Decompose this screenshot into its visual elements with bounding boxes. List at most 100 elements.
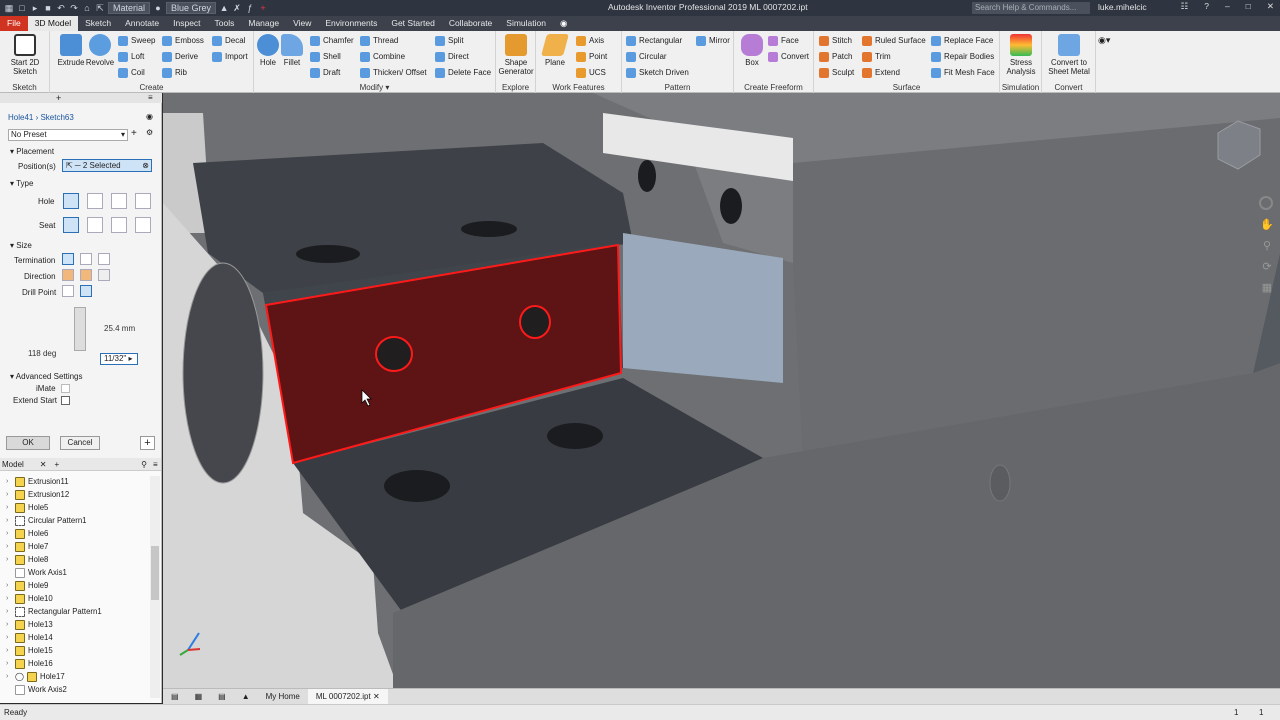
modify-panel-label[interactable]: Modify ▾ [254, 83, 495, 92]
tree-item[interactable]: Work Axis1 [6, 566, 67, 579]
tab-tools[interactable]: Tools [208, 16, 242, 31]
user-name[interactable]: luke.mihelcic [1098, 2, 1147, 12]
flip-direction-icon[interactable] [80, 269, 92, 281]
expand-icon[interactable]: › [6, 504, 12, 511]
circular-pattern-button[interactable]: Circular [626, 50, 667, 63]
counterbore-icon[interactable] [87, 217, 103, 233]
shell-button[interactable]: Shell [310, 50, 341, 63]
cancel-button[interactable]: Cancel [60, 436, 100, 450]
repair-bodies-button[interactable]: Repair Bodies [931, 50, 994, 63]
browser-menu-icon[interactable]: ≡ [153, 460, 158, 469]
graphics-viewport[interactable]: ✋ ⚲ ⟳ ▦ [163, 93, 1280, 688]
expand-icon[interactable]: › [6, 582, 12, 589]
help-icon[interactable]: ? [1204, 1, 1209, 12]
tab-annotate[interactable]: Annotate [118, 16, 166, 31]
expand-icon[interactable]: › [6, 543, 12, 550]
tree-item[interactable]: › ◯ Hole17 [6, 670, 65, 683]
tree-item[interactable]: › Circular Pattern1 [6, 514, 87, 527]
tab-manage[interactable]: Manage [241, 16, 286, 31]
tree-item[interactable]: › Hole9 [6, 579, 48, 592]
size-header[interactable]: ▾ Size [10, 241, 32, 250]
imate-checkbox[interactable] [61, 384, 70, 393]
tab-get-started[interactable]: Get Started [384, 16, 441, 31]
model-tab[interactable]: Model [2, 460, 24, 469]
undo-icon[interactable]: ↶ [56, 3, 66, 14]
doc-menu-icon[interactable]: ▲ [234, 689, 258, 705]
tree-item[interactable]: › Extrusion12 [6, 488, 69, 501]
select-icon[interactable]: ⇱ [95, 3, 105, 14]
ruled-surface-button[interactable]: Ruled Surface [862, 34, 926, 47]
browser-scrollbar[interactable] [150, 476, 160, 698]
save-icon[interactable]: ■ [43, 3, 53, 13]
fillet-button[interactable]: Fillet [274, 34, 310, 67]
expand-icon[interactable]: › [6, 530, 12, 537]
axis-button[interactable]: Axis [576, 34, 604, 47]
expand-icon[interactable]: › [6, 556, 12, 563]
split-button[interactable]: Split [435, 34, 464, 47]
replace-face-button[interactable]: Replace Face [931, 34, 993, 47]
thread-button[interactable]: Thread [360, 34, 398, 47]
expand-icon[interactable]: › [6, 595, 12, 602]
tab-environments[interactable]: Environments [318, 16, 384, 31]
tile-icon[interactable]: ▦ [187, 689, 211, 705]
cart-icon[interactable]: ☷ [1181, 1, 1189, 12]
chamfer-button[interactable]: Chamfer [310, 34, 354, 47]
rectangular-pattern-button[interactable]: Rectangular [626, 34, 682, 47]
ucs-button[interactable]: UCS [576, 66, 606, 79]
expand-icon[interactable]: › [6, 478, 12, 485]
stitch-button[interactable]: Stitch [819, 34, 852, 47]
orbit-icon[interactable]: ⟳ [1257, 260, 1277, 273]
rib-button[interactable]: Rib [162, 66, 187, 79]
clearance-hole-icon[interactable] [87, 193, 103, 209]
expand-icon[interactable]: › [6, 517, 12, 524]
apply-add-button[interactable]: + [140, 436, 155, 450]
tab-3d-model[interactable]: 3D Model [27, 16, 79, 31]
clear-icon[interactable]: ✗ [232, 3, 242, 14]
tab-file[interactable]: File [0, 16, 28, 31]
fx-icon[interactable]: ƒ [245, 3, 255, 13]
placement-header[interactable]: ▾ Placement [10, 147, 54, 156]
extend-button[interactable]: Extend [862, 66, 900, 79]
tree-item[interactable]: Work Axis2 [6, 683, 67, 696]
sweep-button[interactable]: Sweep [118, 34, 155, 47]
visibility-icon[interactable]: ◉ [146, 112, 153, 121]
clear-selection-icon[interactable]: ⊗ [142, 160, 149, 171]
close-icon[interactable]: ✕ [373, 692, 380, 701]
mirror-button[interactable]: Mirror [696, 34, 730, 47]
zoom-icon[interactable]: ⚲ [1257, 239, 1277, 252]
flat-drill-point-icon[interactable] [62, 285, 74, 297]
diameter-field[interactable]: 11/32" ▸ [100, 353, 138, 365]
redo-icon[interactable]: ↷ [69, 3, 79, 14]
advanced-settings-header[interactable]: ▾ Advanced Settings [10, 372, 83, 381]
plane-button[interactable]: Plane [537, 34, 573, 67]
new-icon[interactable]: □ [17, 3, 27, 13]
expand-icon[interactable]: › [6, 491, 12, 498]
direct-button[interactable]: Direct [435, 50, 469, 63]
app-menu-icon[interactable]: ▦ [4, 3, 14, 14]
trim-button[interactable]: Trim [862, 50, 891, 63]
look-at-icon[interactable]: ▦ [1257, 281, 1277, 294]
tree-item[interactable]: › Hole6 [6, 527, 48, 540]
menu-icon[interactable]: ≡ [148, 93, 153, 102]
tab-simulation[interactable]: Simulation [499, 16, 553, 31]
revolve-button[interactable]: Revolve [82, 34, 118, 67]
tapped-hole-icon[interactable] [111, 193, 127, 209]
spotface-icon[interactable] [111, 217, 127, 233]
minimize-icon[interactable]: – [1225, 1, 1230, 12]
angle-drill-point-icon[interactable] [80, 285, 92, 297]
loft-button[interactable]: Loft [118, 50, 144, 63]
settings-gear-icon[interactable]: ⚙ [146, 128, 153, 137]
tab-inspect[interactable]: Inspect [166, 16, 207, 31]
ok-button[interactable]: OK [6, 436, 50, 450]
fit-mesh-face-button[interactable]: Fit Mesh Face [931, 66, 995, 79]
through-all-icon[interactable] [80, 253, 92, 265]
positions-selector[interactable]: ⇱ ─ 2 Selected ⊗ [62, 159, 152, 172]
default-direction-icon[interactable] [62, 269, 74, 281]
expand-icon[interactable]: › [6, 660, 12, 667]
model-view[interactable] [163, 93, 1280, 688]
tree-item[interactable]: › Hole13 [6, 618, 53, 631]
plus-icon[interactable]: + [258, 3, 268, 13]
to-termination-icon[interactable] [98, 253, 110, 265]
scrollbar-thumb[interactable] [151, 546, 159, 600]
tree-item[interactable]: › Hole5 [6, 501, 48, 514]
